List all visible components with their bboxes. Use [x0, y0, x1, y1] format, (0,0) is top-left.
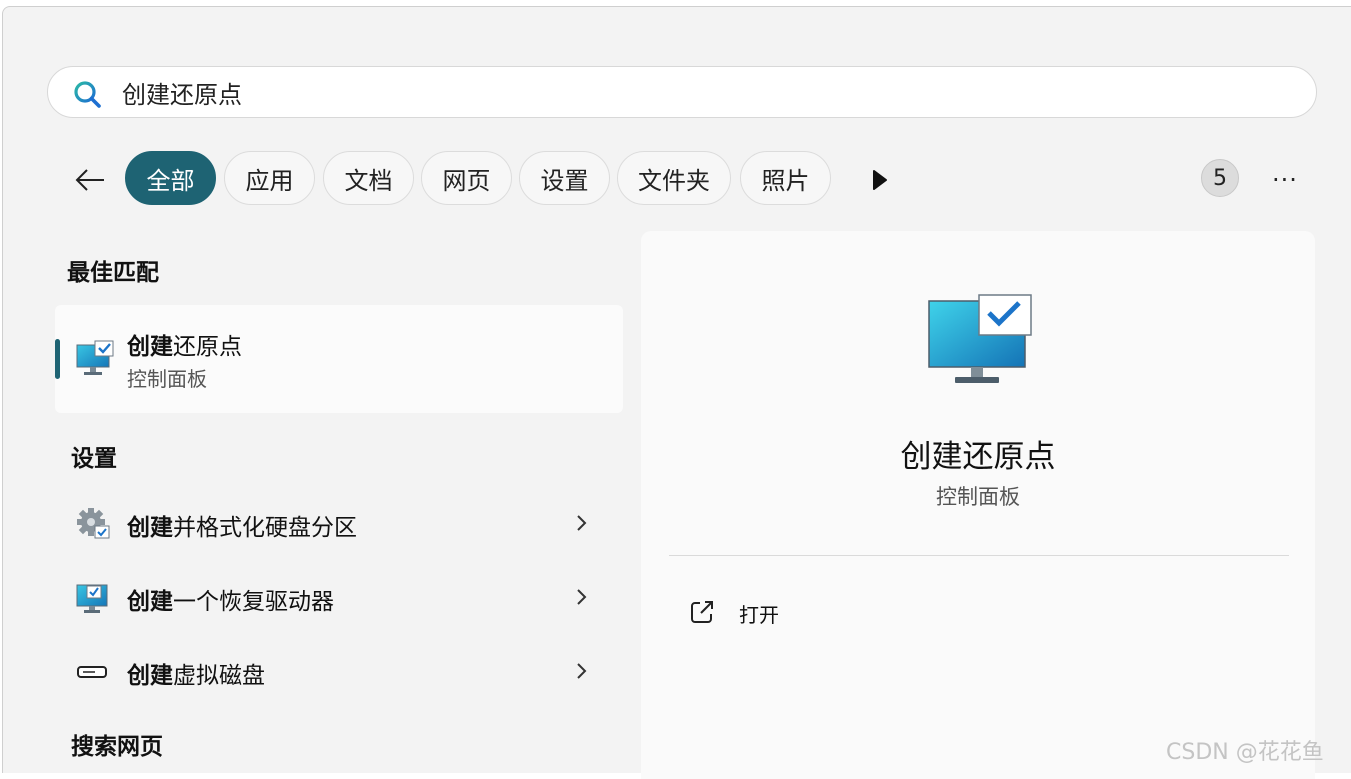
settings-item-virtual-disk[interactable]: 创建虚拟磁盘: [55, 641, 623, 701]
monitor-check-icon: [928, 294, 1032, 383]
chevron-right-icon: [577, 589, 587, 605]
settings-item-label: 创建并格式化硬盘分区: [127, 515, 357, 541]
search-input[interactable]: [122, 73, 1222, 111]
tab-settings[interactable]: 设置: [519, 151, 610, 205]
tab-web[interactable]: 网页: [421, 151, 512, 205]
settings-item-label: 创建一个恢复驱动器: [127, 589, 334, 615]
watermark: CSDN @花花鱼: [1166, 740, 1324, 765]
back-button[interactable]: [69, 159, 111, 201]
detail-divider: [669, 555, 1289, 556]
search-icon: [74, 81, 101, 108]
search-bar[interactable]: [47, 66, 1317, 118]
settings-item-format-partition[interactable]: 创建并格式化硬盘分区: [55, 493, 623, 553]
tab-all[interactable]: 全部: [125, 151, 216, 205]
tab-apps[interactable]: 应用: [224, 151, 315, 205]
detail-pane: 创建还原点 控制面板 打开: [641, 231, 1315, 779]
chevron-right-icon: [577, 663, 587, 679]
open-label: 打开: [739, 603, 779, 627]
arrow-left-icon: [75, 169, 104, 191]
open-button[interactable]: 打开: [687, 591, 987, 631]
best-match-title: 创建还原点: [127, 334, 242, 360]
external-link-icon: [691, 601, 713, 623]
tab-folders[interactable]: 文件夹: [617, 151, 731, 205]
best-match-heading: 最佳匹配: [67, 260, 159, 286]
detail-title: 创建还原点: [900, 439, 1056, 475]
best-match-subtitle: 控制面板: [127, 367, 207, 391]
disk-drive-icon: [77, 666, 107, 678]
chevron-right-icon: [577, 515, 587, 531]
result-count-badge: 5: [1201, 159, 1239, 197]
selection-indicator: [55, 339, 60, 379]
monitor-check-icon: [76, 340, 114, 375]
more-filters-button[interactable]: [865, 165, 895, 195]
play-icon: [873, 170, 887, 190]
tab-documents[interactable]: 文档: [323, 151, 414, 205]
tab-photos[interactable]: 照片: [740, 151, 831, 205]
settings-item-label: 创建虚拟磁盘: [127, 663, 265, 689]
monitor-check-icon: [76, 584, 108, 613]
detail-subtitle: 控制面板: [936, 485, 1020, 509]
gear-check-icon: [77, 508, 110, 539]
search-window: 全部 应用 文档 网页 设置 文件夹 照片 5 ··· 最佳匹配 创建还原点: [2, 6, 1351, 779]
more-options-button[interactable]: ···: [1265, 165, 1305, 195]
settings-item-recovery-drive[interactable]: 创建一个恢复驱动器: [55, 567, 623, 627]
settings-heading: 设置: [71, 446, 117, 472]
web-search-heading: 搜索网页: [71, 734, 163, 760]
best-match-item[interactable]: 创建还原点 控制面板: [55, 305, 623, 413]
